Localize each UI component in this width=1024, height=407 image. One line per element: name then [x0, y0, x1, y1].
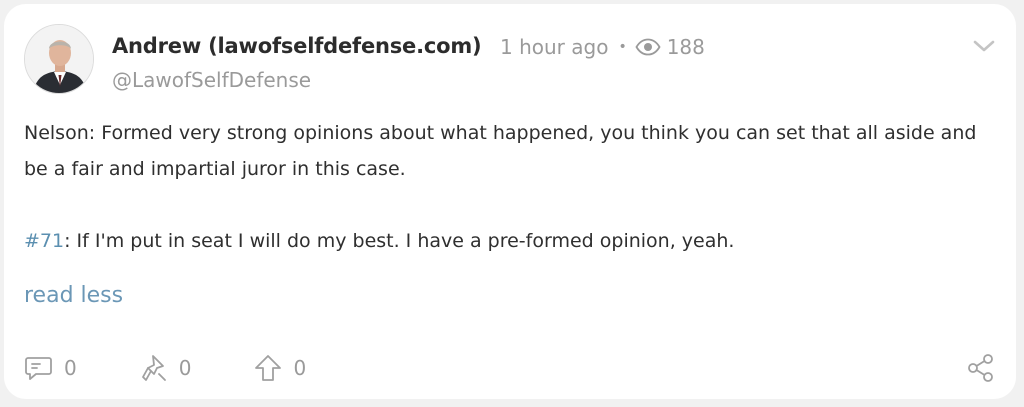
comment-icon	[25, 357, 52, 380]
author-handle[interactable]: @LawofSelfDefense	[112, 68, 311, 92]
post-text-line-1: Nelson: Formed very strong opinions abou…	[24, 122, 977, 180]
avatar-image	[25, 25, 93, 93]
repost-icon	[141, 355, 166, 381]
upvote-button[interactable]: 0	[253, 353, 306, 383]
post-text-line-2-rest: : If I'm put in seat I will do my best. …	[64, 230, 735, 252]
repost-button[interactable]: 0	[139, 353, 192, 383]
upvote-count: 0	[293, 356, 307, 380]
post-time: 1 hour ago	[500, 35, 609, 59]
action-bar: 0 0 0	[24, 353, 368, 383]
eye-icon	[635, 38, 661, 56]
comment-count: 0	[64, 356, 77, 380]
upvote-icon	[255, 355, 282, 381]
repost-count: 0	[178, 356, 192, 380]
comment-button[interactable]: 0	[24, 353, 77, 383]
post-meta: 1 hour ago • 188	[500, 35, 705, 59]
chevron-down-icon[interactable]	[972, 34, 996, 58]
view-count: 188	[666, 35, 705, 59]
post-card: Andrew (lawofselfdefense.com) 1 hour ago…	[4, 4, 1016, 399]
post-body: Nelson: Formed very strong opinions abou…	[24, 115, 1004, 259]
avatar[interactable]	[24, 24, 94, 94]
author-name[interactable]: Andrew (lawofselfdefense.com)	[112, 34, 482, 58]
meta-separator: •	[618, 39, 627, 55]
post-text-line-2: #71: If I'm put in seat I will do my bes…	[24, 223, 1004, 259]
read-less-link[interactable]: read less	[24, 283, 123, 308]
share-icon[interactable]	[966, 353, 996, 387]
hashtag-link[interactable]: #71	[24, 230, 64, 252]
